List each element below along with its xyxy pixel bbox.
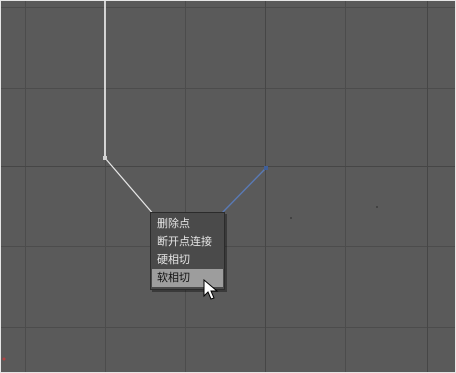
scene-dot bbox=[290, 217, 292, 219]
mouse-pointer-icon bbox=[203, 279, 219, 300]
menu-item-hard-tangent[interactable]: 硬相切 bbox=[151, 251, 224, 269]
menu-item-delete-point[interactable]: 删除点 bbox=[151, 215, 224, 233]
spline-point-left bbox=[103, 156, 107, 160]
axis-marker bbox=[2, 357, 6, 361]
viewport-background bbox=[0, 0, 456, 373]
scene-dot bbox=[376, 206, 378, 208]
menu-item-break-point-connection[interactable]: 断开点连接 bbox=[151, 233, 224, 251]
spline-point-right bbox=[264, 166, 268, 170]
viewport-canvas[interactable] bbox=[0, 0, 456, 373]
3d-viewport[interactable]: 删除点 断开点连接 硬相切 软相切 bbox=[0, 0, 456, 373]
